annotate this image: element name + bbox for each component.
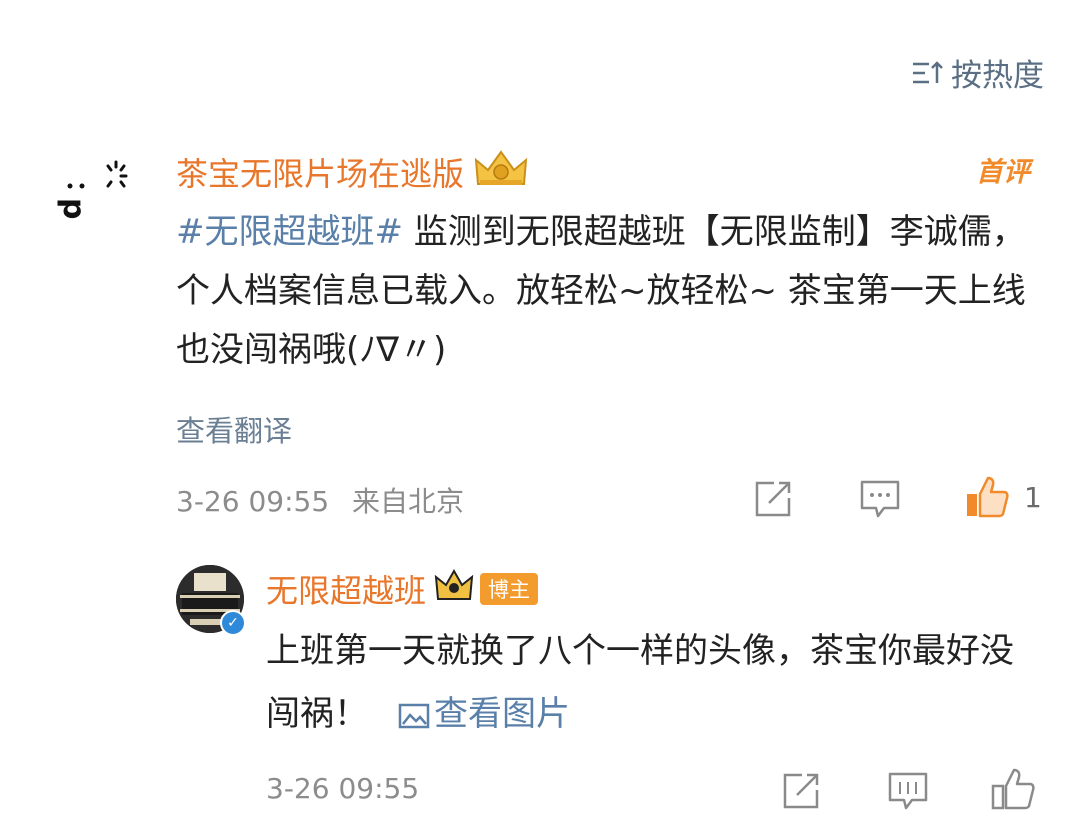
- like-count: 1: [1024, 480, 1042, 514]
- comment-meta: 3-26 09:55 来自北京: [176, 480, 464, 520]
- avatar[interactable]: p: [56, 150, 146, 240]
- comment-time: 3-26 09:55: [176, 485, 330, 518]
- verified-icon: ✓: [220, 610, 246, 636]
- reply-share-button[interactable]: [780, 770, 822, 812]
- first-comment-badge: 首评: [976, 157, 1030, 188]
- reply-comment-button[interactable]: [886, 770, 930, 812]
- comment-location: 来自北京: [352, 485, 465, 518]
- thumbs-up-icon: [991, 768, 1035, 810]
- share-icon: [783, 773, 819, 809]
- reply-like-button[interactable]: [990, 766, 1036, 812]
- comment-button[interactable]: [858, 478, 902, 520]
- view-picture-link[interactable]: 查看图片: [368, 694, 570, 734]
- comment-text: #无限超越班# 监测到无限超越班【无限监制】李诚儒，个人档案信息已载入。放轻松~…: [176, 203, 1056, 380]
- like-button[interactable]: 1: [964, 474, 1042, 520]
- comment-username[interactable]: 茶宝无限片场在逃版: [176, 148, 530, 196]
- crown-badge-icon: [434, 567, 474, 611]
- comment-icon: [860, 480, 900, 518]
- thumbs-up-icon: [967, 476, 1009, 518]
- sort-icon: [911, 60, 945, 86]
- crown-badge-icon: [472, 148, 530, 196]
- svg-text:p: p: [56, 198, 91, 219]
- topic-link[interactable]: #无限超越班#: [176, 212, 403, 252]
- image-icon: [398, 703, 430, 729]
- blogger-badge: 博主: [480, 573, 539, 605]
- reply-text: 上班第一天就换了八个一样的头像，茶宝你最好没闯祸！ 查看图片: [266, 620, 1046, 746]
- sort-by-hot-button[interactable]: 按热度: [911, 50, 1044, 95]
- reply-time: 3-26 09:55: [266, 772, 420, 805]
- comment-icon: [888, 772, 928, 810]
- translate-link[interactable]: 查看翻译: [176, 408, 292, 450]
- share-button[interactable]: [752, 478, 794, 520]
- sort-label: 按热度: [951, 58, 1044, 94]
- reply-username[interactable]: 无限超越班 博主: [266, 566, 539, 612]
- share-icon: [755, 481, 791, 517]
